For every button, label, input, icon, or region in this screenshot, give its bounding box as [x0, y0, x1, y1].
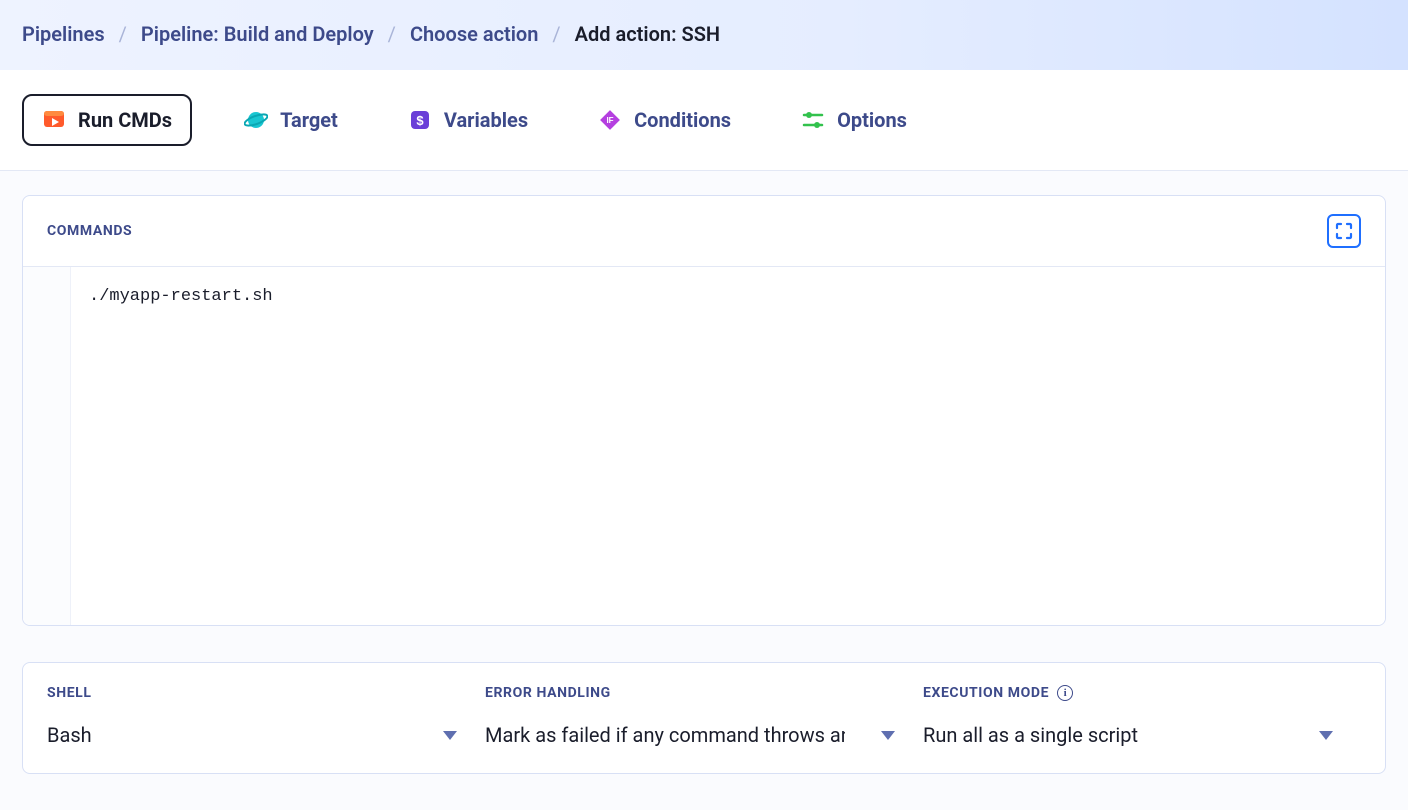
terminal-play-icon [42, 108, 66, 132]
breadcrumb: Pipelines / Pipeline: Build and Deploy /… [22, 22, 1386, 46]
info-icon[interactable]: i [1057, 685, 1073, 701]
tab-bar: Run CMDs Target $ Variables IF Condition… [0, 70, 1408, 171]
execution-options-panel: SHELL Bash ERROR HANDLING Mark as failed… [22, 662, 1386, 774]
shell-option: SHELL Bash [47, 685, 485, 747]
expand-icon [1335, 222, 1353, 240]
error-handling-option: ERROR HANDLING Mark as failed if any com… [485, 685, 923, 747]
diamond-if-icon: IF [598, 108, 622, 132]
breadcrumb-separator: / [552, 22, 560, 46]
tab-label: Conditions [634, 108, 731, 132]
sliders-icon [801, 108, 825, 132]
breadcrumb-choose-action[interactable]: Choose action [410, 22, 538, 46]
tab-target[interactable]: Target [226, 94, 356, 146]
dollar-sign-icon: $ [408, 108, 432, 132]
chevron-down-icon [881, 731, 895, 740]
svg-text:$: $ [416, 113, 424, 128]
expand-button[interactable] [1327, 214, 1361, 248]
error-handling-label: ERROR HANDLING [485, 685, 611, 701]
svg-text:IF: IF [607, 116, 614, 125]
tab-label: Run CMDs [78, 108, 172, 132]
breadcrumb-pipelines[interactable]: Pipelines [22, 22, 105, 46]
execution-mode-select[interactable]: Run all as a single script [923, 723, 1333, 747]
commands-panel: COMMANDS [22, 195, 1386, 626]
tab-label: Target [280, 108, 338, 132]
content-area: COMMANDS SHELL Bash [0, 171, 1408, 798]
tab-variables[interactable]: $ Variables [390, 94, 546, 146]
tab-options[interactable]: Options [783, 94, 925, 146]
tab-label: Options [837, 108, 907, 132]
editor-gutter [23, 267, 71, 625]
breadcrumb-separator: / [388, 22, 396, 46]
breadcrumb-bar: Pipelines / Pipeline: Build and Deploy /… [0, 0, 1408, 70]
shell-select-value: Bash [47, 723, 104, 747]
commands-editor [23, 267, 1385, 625]
execution-mode-select-value: Run all as a single script [923, 723, 1150, 747]
breadcrumb-current: Add action: SSH [575, 22, 720, 46]
error-handling-select[interactable]: Mark as failed if any command throws an … [485, 723, 895, 747]
breadcrumb-pipeline-detail[interactable]: Pipeline: Build and Deploy [141, 22, 374, 46]
tab-label: Variables [444, 108, 528, 132]
breadcrumb-separator: / [119, 22, 127, 46]
shell-select[interactable]: Bash [47, 723, 457, 747]
chevron-down-icon [443, 731, 457, 740]
shell-label: SHELL [47, 685, 92, 701]
tab-run-cmds[interactable]: Run CMDs [22, 94, 192, 146]
chevron-down-icon [1319, 731, 1333, 740]
execution-mode-label: EXECUTION MODE [923, 685, 1049, 701]
commands-textarea[interactable] [71, 267, 1385, 625]
execution-mode-option: EXECUTION MODE i Run all as a single scr… [923, 685, 1361, 747]
commands-panel-title: COMMANDS [47, 223, 132, 239]
error-handling-select-value: Mark as failed if any command throws an … [485, 723, 845, 747]
tab-conditions[interactable]: IF Conditions [580, 94, 749, 146]
planet-icon [244, 108, 268, 132]
